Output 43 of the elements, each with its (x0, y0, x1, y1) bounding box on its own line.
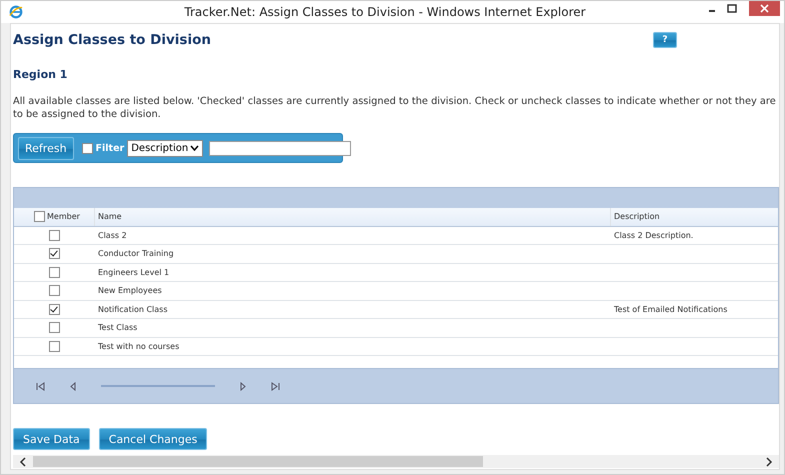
filter-input[interactable] (209, 140, 352, 156)
table-cell: Engineers Level 1 (98, 268, 170, 277)
filter-label: Filter (96, 142, 124, 154)
table-cell: Conductor Training (98, 249, 174, 258)
filter-field-dropdown[interactable]: Description (127, 140, 204, 156)
region-heading: Region 1 (13, 68, 68, 81)
table-cell: Test of Emailed Notifications (614, 304, 728, 314)
save-button[interactable]: Save Data (13, 428, 90, 450)
instructions-text: All available classes are listed below. 'Checked' classes are currently assigned to the division. Check or uncheck classes to indicate whether or not they are to be assigned to the division. (13, 95, 777, 121)
refresh-button[interactable]: Refresh (18, 136, 74, 160)
maximize-icon[interactable] (727, 4, 737, 14)
column-header[interactable]: Name (98, 212, 122, 222)
select-all-checkbox[interactable] (34, 211, 45, 222)
table-cell: New Employees (98, 286, 162, 296)
last-page-icon[interactable] (270, 382, 280, 390)
member-checkbox[interactable] (48, 304, 60, 315)
member-checkbox[interactable] (48, 230, 60, 241)
scroll-left-icon[interactable] (19, 456, 27, 466)
close-icon[interactable] (749, 1, 780, 16)
cancel-button[interactable]: Cancel Changes (98, 428, 208, 450)
window-title: Tracker.Net: Assign Classes to Division - Windows Internet Explorer (183, 5, 587, 19)
table-cell: Test with no courses (98, 342, 180, 351)
first-page-icon[interactable] (36, 382, 46, 390)
table-cell: Test Class (98, 323, 138, 332)
filter-checkbox[interactable] (82, 142, 93, 154)
browser-icon (9, 5, 23, 19)
table-cell: Class 2 Description. (614, 230, 694, 240)
caret-icon (190, 145, 200, 151)
column-header[interactable]: Member (47, 212, 80, 222)
table-cell: Notification Class (98, 304, 168, 314)
previous-page-icon[interactable] (70, 382, 77, 390)
scrollbar-thumb[interactable] (33, 456, 483, 467)
member-checkbox[interactable] (48, 285, 60, 296)
column-header[interactable]: Description (614, 212, 660, 222)
table-cell: Class 2 (98, 230, 127, 240)
scroll-right-icon[interactable] (765, 456, 773, 466)
member-checkbox[interactable] (48, 340, 60, 352)
page-heading: Assign Classes to Division (13, 32, 212, 48)
member-checkbox[interactable] (48, 322, 60, 334)
member-checkbox[interactable] (48, 266, 60, 278)
next-page-icon[interactable] (239, 382, 246, 390)
member-checkbox[interactable] (48, 248, 60, 260)
help-button[interactable]: ? (653, 32, 677, 48)
